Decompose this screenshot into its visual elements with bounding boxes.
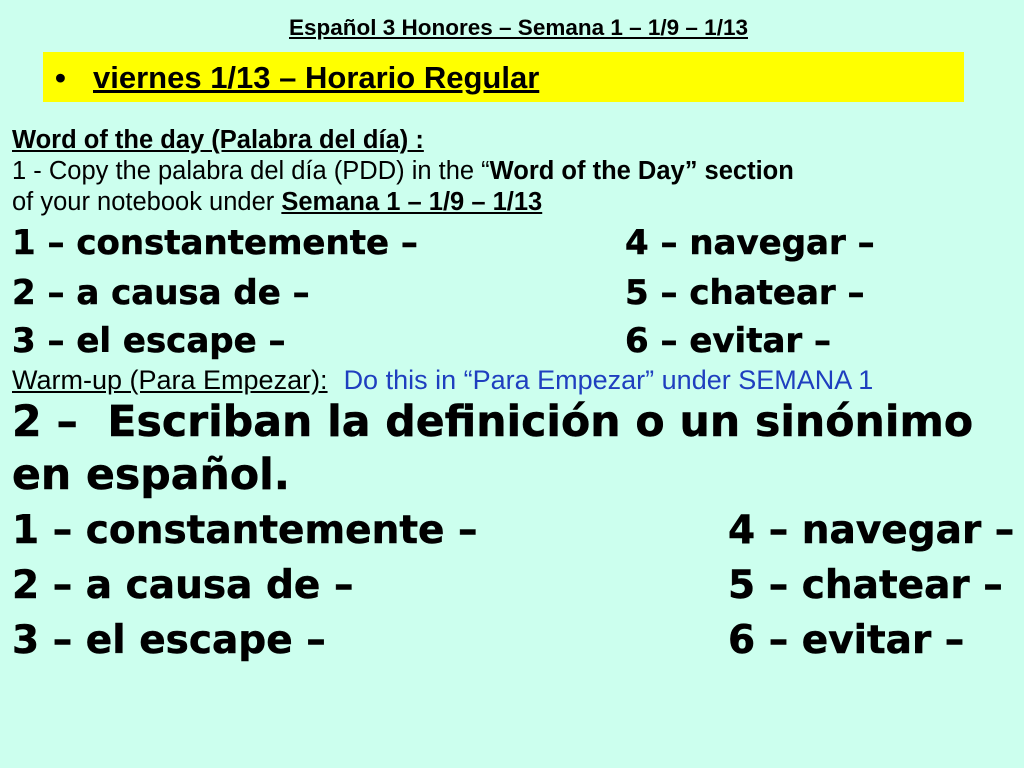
vocab-item: 2 – a causa de – [12, 273, 310, 313]
vocab-item: 1 – constantemente – [12, 223, 418, 263]
warm-up-item: 4 – navegar – [728, 508, 1015, 553]
warm-up-line: Warm-up (Para Empezar): Do this in “Para … [12, 367, 873, 394]
vocab-item: 4 – navegar – [625, 223, 875, 263]
warm-up-label: Warm-up (Para Empezar): [12, 365, 328, 395]
instruction-emphasis: Word of the Day” section [489, 157, 794, 185]
vocab-item: 3 – el escape – [12, 321, 286, 361]
warm-up-instruction: Do this in “Para Empezar” under SEMANA 1 [343, 365, 874, 395]
bullet-marker: • [55, 60, 66, 95]
warm-up-prompt-line1: 2 – Escriban la definición o un sinónimo [12, 397, 974, 447]
word-of-day-instruction-line2: of your notebook under Semana 1 – 1/9 – … [12, 188, 543, 216]
word-of-day-instruction-line1: 1 - Copy the palabra del día (PDD) in th… [12, 157, 794, 185]
banner-text: viernes 1/13 – Horario Regular [93, 60, 540, 95]
warm-up-item: 6 – evitar – [728, 618, 965, 663]
word-of-day-heading: Word of the day (Palabra del día) : [12, 126, 424, 154]
warm-up-item: 3 – el escape – [12, 618, 326, 663]
instruction-text: 1 - Copy the palabra del día (PDD) in th… [12, 157, 490, 185]
vocab-item: 5 – chatear – [625, 273, 865, 313]
warm-up-item: 2 – a causa de – [12, 563, 354, 608]
instruction-text: of your notebook under [12, 188, 282, 216]
slide-title: Español 3 Honores – Semana 1 – 1/9 – 1/1… [289, 15, 748, 40]
agenda-banner: • viernes 1/13 – Horario Regular [43, 52, 964, 102]
warm-up-item: 1 – constantemente – [12, 508, 478, 553]
warm-up-prompt-line2: en español. [12, 450, 290, 500]
week-reference: Semana 1 – 1/9 – 1/13 [281, 188, 543, 216]
vocab-item: 6 – evitar – [625, 321, 832, 361]
warm-up-item: 5 – chatear – [728, 563, 1003, 608]
